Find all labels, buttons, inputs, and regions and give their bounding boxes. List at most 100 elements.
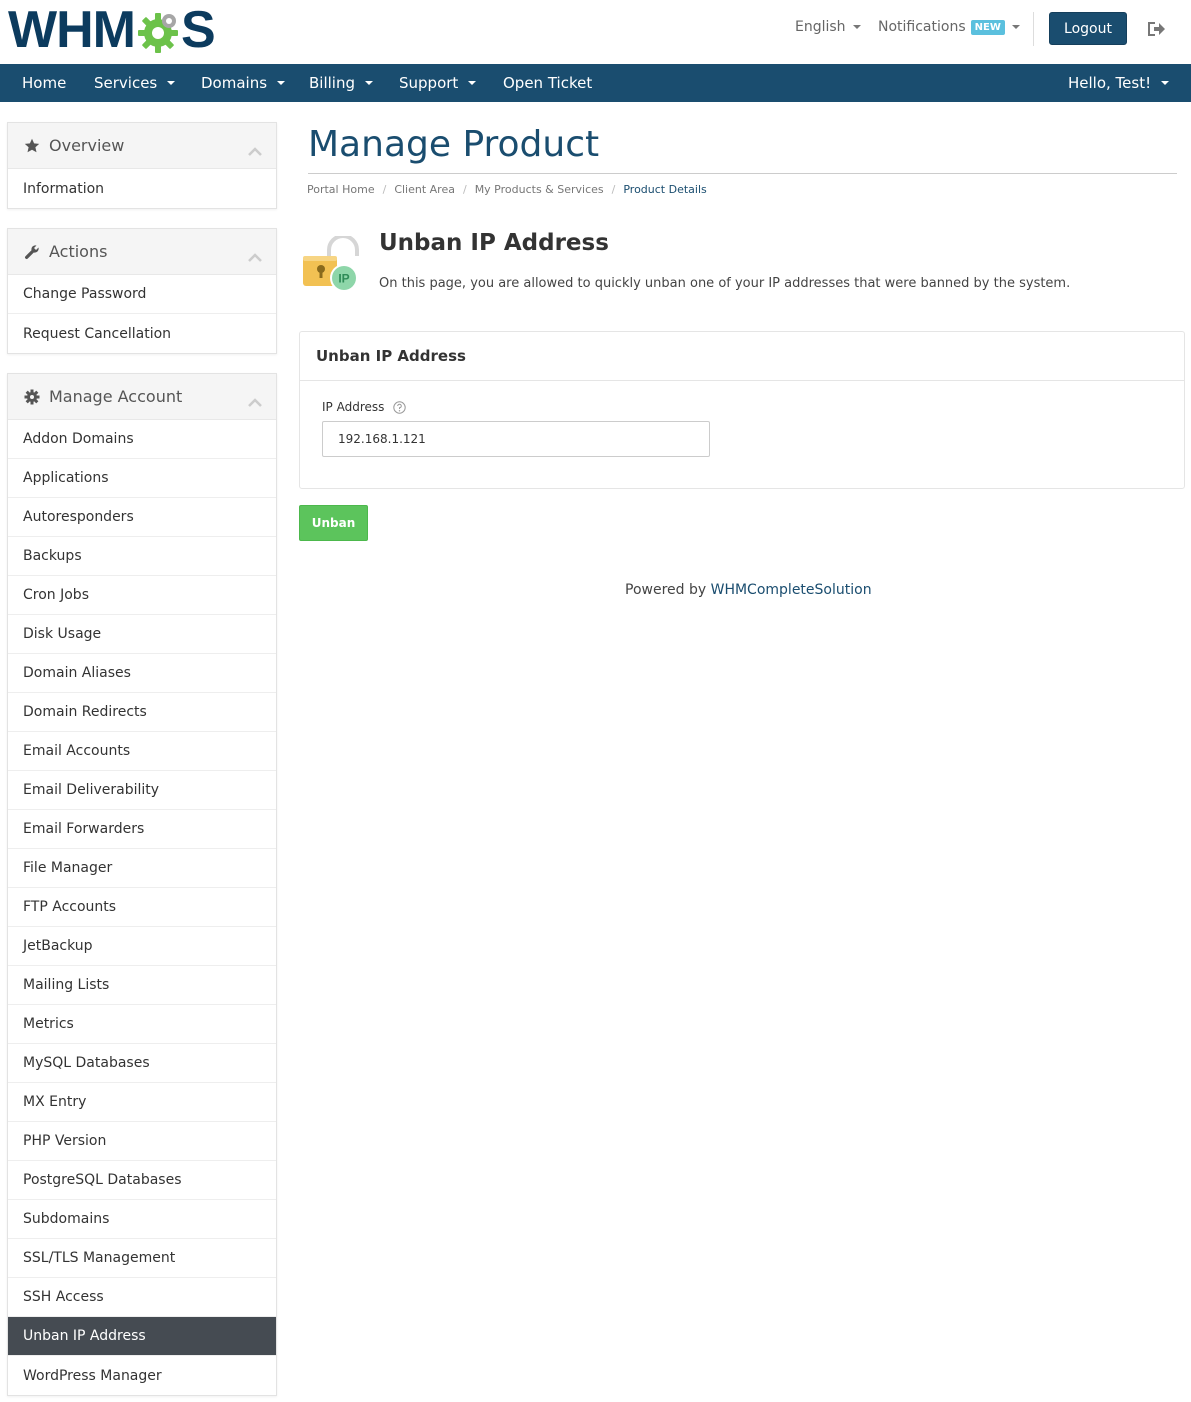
sidebar-item-request-cancellation[interactable]: Request Cancellation — [8, 314, 276, 353]
unlock-ip-icon-label: IP — [338, 272, 349, 286]
sidebar-item-metrics[interactable]: Metrics — [8, 1005, 276, 1044]
overview-panel: Overview Information — [7, 122, 277, 209]
breadcrumb-client-area[interactable]: Client Area — [394, 183, 455, 196]
manage-account-title: Manage Account — [49, 387, 183, 406]
sidebar-item-domain-aliases[interactable]: Domain Aliases — [8, 654, 276, 693]
whmcs-footer-link[interactable]: WHMCompleteSolution — [711, 582, 872, 598]
breadcrumb-product-details: Product Details — [623, 183, 707, 196]
nav-home-label: Home — [22, 74, 67, 92]
logo-text-right: S — [180, 1, 216, 59]
section-description: On this page, you are allowed to quickly… — [379, 276, 1071, 291]
caret-down-icon — [365, 81, 373, 85]
new-badge: NEW — [970, 19, 1005, 35]
breadcrumb-separator: / — [462, 183, 467, 196]
caret-down-icon — [1161, 81, 1170, 85]
notifications-label: Notifications — [878, 19, 966, 35]
notifications-dropdown[interactable]: Notifications NEW — [878, 19, 1020, 35]
nav-user-label: Hello, Test! — [1068, 74, 1152, 92]
ip-address-label-text: IP Address — [322, 400, 385, 414]
exit-icon[interactable] — [1146, 20, 1166, 38]
gear-icon — [23, 388, 41, 406]
nav-open-ticket[interactable]: Open Ticket — [503, 64, 592, 102]
chevron-up-icon[interactable] — [248, 392, 262, 407]
ip-address-input[interactable] — [322, 421, 710, 457]
sidebar-item-ssh-access[interactable]: SSH Access — [8, 1278, 276, 1317]
sidebar-item-mx-entry[interactable]: MX Entry — [8, 1083, 276, 1122]
sidebar-item-applications[interactable]: Applications — [8, 459, 276, 498]
breadcrumb-my-products[interactable]: My Products & Services — [475, 183, 604, 196]
sidebar-item-unban-ip-address[interactable]: Unban IP Address — [8, 1317, 276, 1356]
top-header: WHM S English Notifications NEW Logout — [0, 0, 1191, 64]
caret-down-icon — [468, 81, 477, 85]
overview-panel-header[interactable]: Overview — [8, 123, 276, 169]
unlock-ip-icon: IP — [301, 234, 361, 294]
nav-user-menu[interactable]: Hello, Test! — [1068, 64, 1170, 102]
sidebar-item-jetbackup[interactable]: JetBackup — [8, 927, 276, 966]
ip-address-label: IP Address — [322, 400, 407, 414]
breadcrumb: Portal Home / Client Area / My Products … — [307, 183, 707, 196]
breadcrumb-separator: / — [382, 183, 387, 196]
logout-button[interactable]: Logout — [1049, 12, 1127, 45]
nav-open-ticket-label: Open Ticket — [503, 74, 593, 92]
sidebar-item-backups[interactable]: Backups — [8, 537, 276, 576]
sidebar-item-subdomains[interactable]: Subdomains — [8, 1200, 276, 1239]
nav-billing-label: Billing — [309, 74, 355, 92]
nav-support-label: Support — [399, 74, 459, 92]
actions-panel-header[interactable]: Actions — [8, 229, 276, 275]
language-dropdown[interactable]: English — [795, 19, 861, 35]
sidebar-item-addon-domains[interactable]: Addon Domains — [8, 420, 276, 459]
chevron-up-icon[interactable] — [248, 141, 262, 156]
caret-down-icon — [852, 25, 861, 29]
title-divider — [308, 173, 1177, 174]
page-title: Manage Product — [308, 124, 600, 165]
unban-button[interactable]: Unban — [299, 505, 368, 541]
nav-services-label: Services — [94, 74, 158, 92]
whmcs-logo[interactable]: WHM S — [8, 1, 216, 59]
actions-panel: Actions Change Password Request Cancella… — [7, 228, 277, 354]
sidebar-item-mailing-lists[interactable]: Mailing Lists — [8, 966, 276, 1005]
manage-account-panel-header[interactable]: Manage Account — [8, 374, 276, 420]
powered-by-footer: Powered by WHMCompleteSolution — [625, 582, 872, 598]
header-divider — [1033, 12, 1034, 46]
overview-title: Overview — [49, 136, 125, 155]
breadcrumb-separator: / — [611, 183, 616, 196]
sidebar-item-autoresponders[interactable]: Autoresponders — [8, 498, 276, 537]
nav-domains[interactable]: Domains — [201, 64, 286, 102]
sidebar-item-mysql-databases[interactable]: MySQL Databases — [8, 1044, 276, 1083]
star-icon — [23, 137, 41, 155]
sidebar-item-ftp-accounts[interactable]: FTP Accounts — [8, 888, 276, 927]
sidebar-item-domain-redirects[interactable]: Domain Redirects — [8, 693, 276, 732]
nav-billing[interactable]: Billing — [309, 64, 373, 102]
logo-text-left: WHM — [8, 1, 136, 59]
nav-support[interactable]: Support — [399, 64, 477, 102]
card-title: Unban IP Address — [300, 332, 1184, 381]
nav-domains-label: Domains — [201, 74, 268, 92]
sidebar-item-change-password[interactable]: Change Password — [8, 275, 276, 314]
sidebar-item-email-accounts[interactable]: Email Accounts — [8, 732, 276, 771]
nav-services[interactable]: Services — [94, 64, 176, 102]
sidebar-item-disk-usage[interactable]: Disk Usage — [8, 615, 276, 654]
powered-by-text: Powered by — [625, 582, 707, 598]
sidebar-item-php-version[interactable]: PHP Version — [8, 1122, 276, 1161]
sidebar-item-cron-jobs[interactable]: Cron Jobs — [8, 576, 276, 615]
sidebar-item-email-deliverability[interactable]: Email Deliverability — [8, 771, 276, 810]
unban-ip-card: Unban IP Address IP Address — [299, 331, 1185, 489]
main-navbar: Home Services Domains Billing Support Op… — [0, 64, 1191, 102]
actions-title: Actions — [49, 242, 108, 261]
manage-account-panel: Manage Account Addon Domains Application… — [7, 373, 277, 1396]
breadcrumb-portal-home[interactable]: Portal Home — [307, 183, 375, 196]
sidebar-item-ssl-tls-management[interactable]: SSL/TLS Management — [8, 1239, 276, 1278]
sidebar-item-postgresql-databases[interactable]: PostgreSQL Databases — [8, 1161, 276, 1200]
sidebar-item-email-forwarders[interactable]: Email Forwarders — [8, 810, 276, 849]
caret-down-icon — [1011, 25, 1020, 29]
wrench-icon — [23, 243, 41, 261]
sidebar-item-wordpress-manager[interactable]: WordPress Manager — [8, 1356, 276, 1395]
chevron-up-icon[interactable] — [248, 247, 262, 262]
section-title: Unban IP Address — [379, 230, 609, 256]
sidebar-item-file-manager[interactable]: File Manager — [8, 849, 276, 888]
caret-down-icon — [167, 81, 176, 85]
sidebar-item-information[interactable]: Information — [8, 169, 276, 208]
nav-home[interactable]: Home — [22, 64, 66, 102]
language-label: English — [795, 19, 846, 35]
help-icon[interactable] — [393, 400, 407, 414]
